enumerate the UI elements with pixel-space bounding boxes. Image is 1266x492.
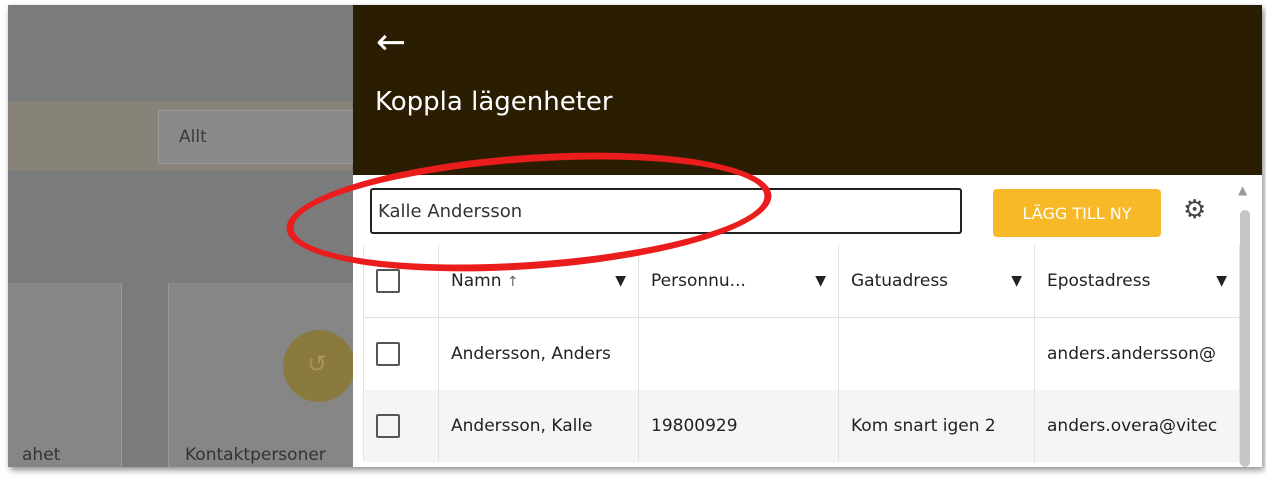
background-card-left-label: ahet	[22, 445, 61, 465]
row-checkbox[interactable]	[376, 414, 400, 438]
column-label-gatuadress: Gatuadress	[851, 271, 949, 291]
select-all-cell	[363, 245, 439, 318]
apartment-table: Namn ↑ ▼ Personnu... ▼ Gatuadress ▼ Epostad…	[363, 245, 1240, 462]
row-checkbox-cell	[363, 317, 439, 390]
panel-header: ← Koppla lägenheter	[353, 5, 1262, 175]
sort-ascending-icon[interactable]: ↑	[507, 274, 519, 290]
arrow-left-icon[interactable]: ←	[376, 23, 406, 63]
filter-icon[interactable]: ▼	[615, 273, 626, 289]
column-label-namn: Namn	[451, 271, 502, 291]
filter-icon[interactable]: ▼	[815, 273, 826, 289]
filter-icon[interactable]: ▼	[1216, 273, 1227, 289]
table-header-row: Namn ↑ ▼ Personnu... ▼ Gatuadress ▼ Epostad…	[363, 245, 1240, 318]
background-select-value: Allt	[179, 127, 207, 147]
table-row[interactable]: Andersson, Anders anders.andersson@	[363, 317, 1240, 390]
column-label-epostadress: Epostadress	[1047, 271, 1151, 291]
koppla-panel: ← Koppla lägenheter LÄGG TILL NY ⚙ ▲ Nam…	[353, 5, 1262, 467]
panel-title: Koppla lägenheter	[375, 87, 613, 117]
row-checkbox[interactable]	[376, 342, 400, 366]
cell-personnummer: 19800929	[638, 390, 839, 462]
screenshot-frame: Allt ↺ ahet Kontaktpersoner ← Koppla läg…	[8, 5, 1262, 467]
scroll-up-icon[interactable]: ▲	[1238, 183, 1247, 197]
background-card-right-label: Kontaktpersoner	[185, 445, 326, 465]
cell-personnummer	[638, 317, 839, 390]
column-header-epostadress[interactable]: Epostadress ▼	[1034, 245, 1240, 318]
background-select: Allt	[158, 110, 360, 164]
refresh-icon: ↺	[283, 330, 355, 402]
gear-icon[interactable]: ⚙	[1183, 195, 1206, 225]
table-row[interactable]: Andersson, Kalle 19800929 Kom snart igen…	[363, 390, 1240, 462]
filter-icon[interactable]: ▼	[1011, 273, 1022, 289]
row-checkbox-cell	[363, 390, 439, 462]
cell-gatuadress	[838, 317, 1035, 390]
column-header-personnummer[interactable]: Personnu... ▼	[638, 245, 839, 318]
cell-name: Andersson, Kalle	[438, 390, 639, 462]
add-new-button[interactable]: LÄGG TILL NY	[993, 189, 1161, 237]
select-all-checkbox[interactable]	[376, 269, 400, 293]
cell-name: Andersson, Anders	[438, 317, 639, 390]
background-card-left	[8, 283, 122, 467]
column-header-namn[interactable]: Namn ↑ ▼	[438, 245, 639, 318]
column-label-personnummer: Personnu...	[651, 271, 746, 291]
column-header-gatuadress[interactable]: Gatuadress ▼	[838, 245, 1035, 318]
scrollbar[interactable]	[1240, 210, 1250, 467]
cell-epost: anders.overa@vitec	[1034, 390, 1240, 462]
cell-gatuadress: Kom snart igen 2	[838, 390, 1035, 462]
cell-epost: anders.andersson@	[1034, 317, 1240, 390]
search-input[interactable]	[370, 188, 962, 234]
